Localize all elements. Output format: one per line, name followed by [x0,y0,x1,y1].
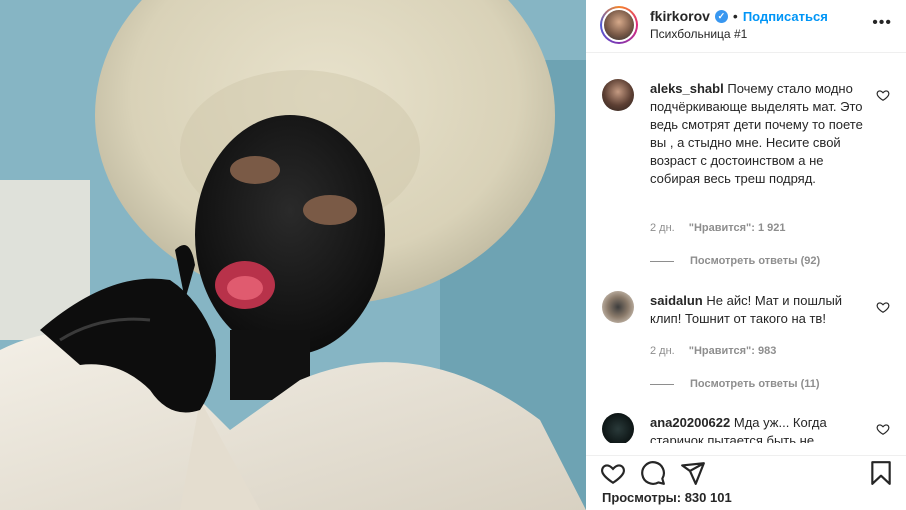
commenter-avatar[interactable] [602,291,634,323]
more-options-icon[interactable]: ••• [872,14,892,32]
comment-text-block: ana20200622 Мда уж... Когда старичок пыт… [650,414,864,443]
comment-like-heart-icon[interactable] [876,422,890,436]
comment-like-heart-icon[interactable] [876,300,890,314]
post-action-bar [586,455,906,488]
view-replies-label: Посмотреть ответы (92) [690,255,821,267]
post-media[interactable] [0,0,586,510]
comment-text-block: aleks_shabl Почему стало модно подчёркив… [650,80,864,188]
comment-likes[interactable]: "Нравится": 1 921 [689,222,786,234]
replies-divider [650,260,674,262]
commenter-username[interactable]: aleks_shabl [650,81,724,96]
separator-dot: • [732,8,738,24]
comment-text: Почему стало модно подчёркивающе выделят… [650,81,863,186]
post-header: fkirkorov ✓ • Подписаться Психбольница #… [586,0,906,53]
comment-meta: 2 дн. "Нравится": 983 [650,345,776,357]
view-replies-button[interactable]: Посмотреть ответы (11) [650,378,820,390]
comment-meta: 2 дн. "Нравится": 1 921 [650,222,786,234]
comments-list[interactable]: aleks_shabl Почему стало модно подчёркив… [586,53,906,443]
paper-plane-icon[interactable] [680,460,706,486]
comment-time[interactable]: 2 дн. [650,222,675,234]
author-row: fkirkorov ✓ • Подписаться [650,8,828,24]
bookmark-icon[interactable] [868,460,894,486]
follow-button[interactable]: Подписаться [743,9,828,24]
author-avatar[interactable] [600,6,638,44]
comment-bubble-icon[interactable] [640,460,666,486]
views-count[interactable]: Просмотры: 830 101 [602,490,732,505]
verified-icon: ✓ [714,9,728,23]
comment-time[interactable]: 2 дн. [650,345,675,357]
post-side-panel: fkirkorov ✓ • Подписаться Психбольница #… [586,0,906,510]
view-replies-button[interactable]: Посмотреть ответы (92) [650,255,820,267]
video-frame [0,0,586,510]
author-username[interactable]: fkirkorov [650,8,710,24]
replies-divider [650,383,674,385]
comment-like-heart-icon[interactable] [876,88,890,102]
view-replies-label: Посмотреть ответы (11) [690,378,820,390]
heart-icon[interactable] [600,460,626,486]
comment-likes[interactable]: "Нравится": 983 [689,345,777,357]
comment-text-block: saidalun Не айс! Мат и пошлый клип! Тошн… [650,292,864,328]
post-location[interactable]: Психбольница #1 [650,27,747,41]
commenter-avatar[interactable] [602,413,634,443]
commenter-avatar[interactable] [602,79,634,111]
commenter-username[interactable]: ana20200622 [650,415,730,430]
commenter-username[interactable]: saidalun [650,293,703,308]
